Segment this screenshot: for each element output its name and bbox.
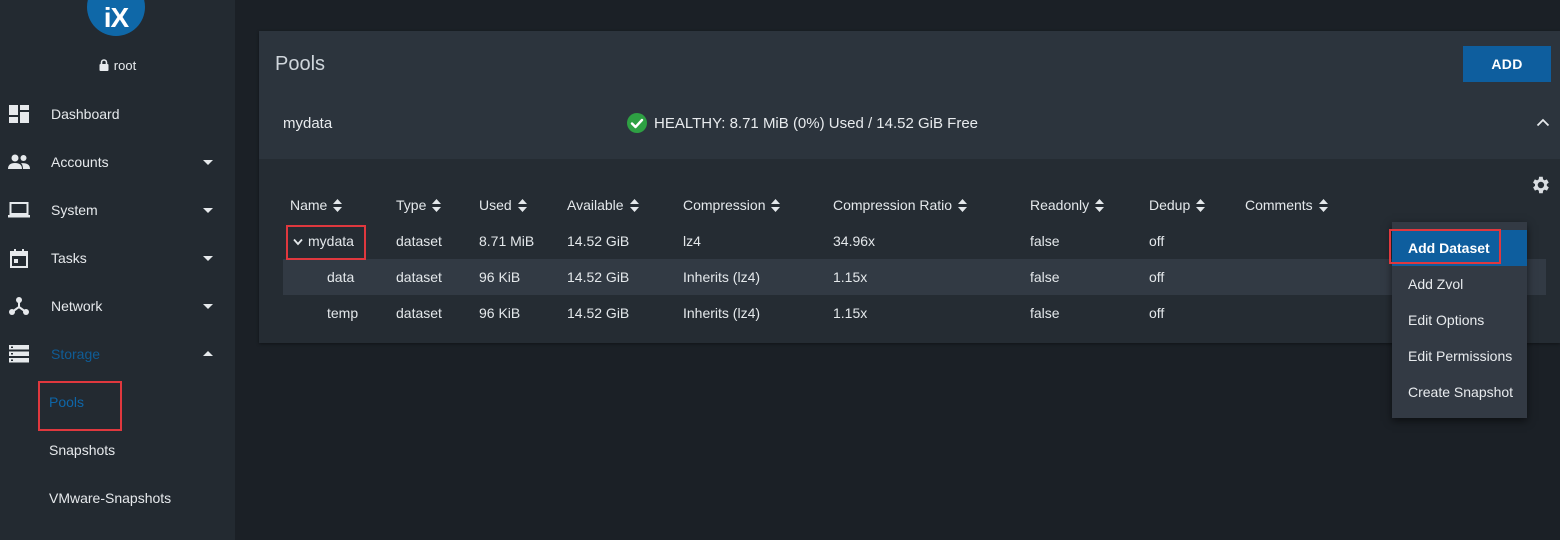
nav-accounts[interactable]: Accounts	[0, 138, 235, 186]
ratio-cell: 34.96x	[833, 233, 876, 249]
menu-edit-permissions[interactable]: Edit Permissions	[1392, 338, 1527, 374]
caret-down-icon	[203, 304, 213, 309]
nav-snapshots[interactable]: Snapshots	[49, 440, 115, 460]
sort-icon	[432, 198, 442, 212]
readonly-cell: false	[1030, 233, 1060, 249]
nav-tasks-label: Tasks	[51, 250, 87, 266]
sort-icon	[629, 198, 639, 212]
user-indicator: root	[0, 56, 235, 74]
column-header-type[interactable]: Type	[396, 197, 442, 213]
readonly-cell: false	[1030, 305, 1060, 321]
column-header-available[interactable]: Available	[567, 197, 639, 213]
column-header-used[interactable]: Used	[479, 197, 527, 213]
check-circle-icon	[627, 113, 647, 133]
menu-edit-options[interactable]: Edit Options	[1392, 302, 1527, 338]
dedup-cell: off	[1149, 233, 1165, 249]
used-cell: 96 KiB	[479, 269, 521, 285]
sort-icon	[771, 198, 781, 212]
storage-icon	[8, 343, 30, 365]
dataset-actions-menu: Add Dataset Add Zvol Edit Options Edit P…	[1392, 222, 1527, 418]
available-cell: 14.52 GiB	[567, 269, 630, 285]
chevron-up-icon[interactable]	[1536, 117, 1550, 127]
column-header-comments[interactable]: Comments	[1245, 197, 1328, 213]
column-header-dedup[interactable]: Dedup	[1149, 197, 1206, 213]
sort-icon	[958, 198, 968, 212]
accounts-icon	[8, 151, 30, 173]
table-row[interactable]	[283, 295, 1546, 331]
ix-logo[interactable]: iX	[87, 0, 145, 36]
type-cell: dataset	[396, 233, 442, 249]
sort-icon	[1196, 198, 1206, 212]
nav-system-label: System	[51, 202, 98, 218]
dataset-name-cell[interactable]: temp	[327, 305, 358, 321]
caret-down-icon	[203, 208, 213, 213]
compression-cell: lz4	[683, 233, 701, 249]
available-cell: 14.52 GiB	[567, 305, 630, 321]
dataset-name-cell[interactable]: mydata	[293, 233, 354, 249]
dataset-name-cell[interactable]: data	[327, 269, 354, 285]
sort-icon	[333, 198, 343, 212]
sort-icon	[1318, 198, 1328, 212]
dashboard-icon	[8, 103, 30, 125]
ratio-cell: 1.15x	[833, 269, 868, 285]
gear-icon[interactable]	[1529, 174, 1551, 196]
nav-dashboard[interactable]: Dashboard	[0, 90, 235, 138]
nav-storage[interactable]: Storage	[0, 330, 235, 378]
pool-status-text: HEALTHY: 8.71 MiB (0%) Used / 14.52 GiB …	[654, 114, 979, 132]
dedup-cell: off	[1149, 269, 1165, 285]
column-header-readonly[interactable]: Readonly	[1030, 197, 1105, 213]
lock-icon	[99, 59, 109, 71]
column-header-compression-ratio[interactable]: Compression Ratio	[833, 197, 968, 213]
pool-name: mydata	[283, 115, 333, 132]
nav-pools[interactable]: Pools	[49, 392, 84, 412]
menu-add-zvol[interactable]: Add Zvol	[1392, 266, 1527, 302]
username: root	[113, 57, 137, 73]
compression-cell: Inherits (lz4)	[683, 269, 761, 285]
readonly-cell: false	[1030, 269, 1060, 285]
dedup-cell: off	[1149, 305, 1165, 321]
menu-add-dataset[interactable]: Add Dataset	[1392, 230, 1527, 266]
nav-vmware-snapshots[interactable]: VMware-Snapshots	[49, 488, 171, 508]
laptop-icon	[8, 199, 30, 221]
chevron-down-icon[interactable]	[293, 238, 303, 246]
caret-down-icon	[203, 256, 213, 261]
table-row[interactable]	[283, 223, 1546, 259]
nav-dashboard-label: Dashboard	[51, 106, 120, 122]
nav-network[interactable]: Network	[0, 282, 235, 330]
caret-up-icon	[203, 351, 213, 356]
sidebar: iX root Dashboard Accounts System Tasks …	[0, 0, 235, 540]
sort-icon	[517, 198, 527, 212]
nav-tasks[interactable]: Tasks	[0, 234, 235, 282]
menu-create-snapshot[interactable]: Create Snapshot	[1392, 374, 1527, 410]
calendar-icon	[8, 247, 30, 269]
pools-card: Pools ADD mydata HEALTHY: 8.71 MiB (0%) …	[259, 31, 1560, 343]
logo-text: iX	[103, 2, 129, 33]
ratio-cell: 1.15x	[833, 305, 868, 321]
page-title: Pools	[275, 53, 326, 75]
used-cell: 96 KiB	[479, 305, 521, 321]
column-header-name[interactable]: Name	[290, 197, 343, 213]
used-cell: 8.71 MiB	[479, 233, 535, 249]
nav-network-label: Network	[51, 298, 103, 314]
caret-down-icon	[203, 160, 213, 165]
network-icon	[8, 295, 30, 317]
nav-system[interactable]: System	[0, 186, 235, 234]
nav-storage-label: Storage	[51, 346, 101, 362]
type-cell: dataset	[396, 269, 442, 285]
pool-status: HEALTHY: 8.71 MiB (0%) Used / 14.52 GiB …	[627, 113, 978, 133]
sort-icon	[1095, 198, 1105, 212]
available-cell: 14.52 GiB	[567, 233, 630, 249]
type-cell: dataset	[396, 305, 442, 321]
add-pool-button[interactable]: ADD	[1463, 46, 1551, 82]
table-row[interactable]	[283, 259, 1546, 295]
nav-accounts-label: Accounts	[51, 154, 109, 170]
column-header-compression[interactable]: Compression	[683, 197, 781, 213]
compression-cell: Inherits (lz4)	[683, 305, 761, 321]
